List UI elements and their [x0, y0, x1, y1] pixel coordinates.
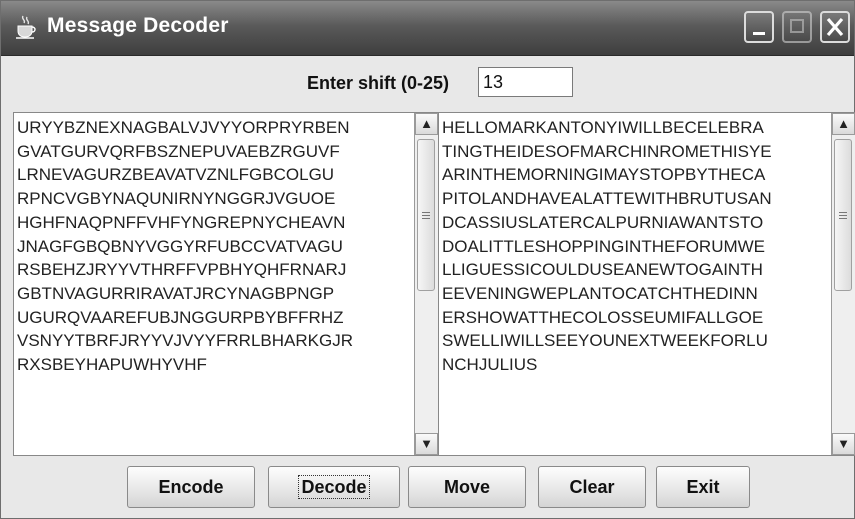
title-bar[interactable]: Message Decoder: [1, 1, 854, 56]
encoded-text-line: GVATGURVQRFBSZNEPUVAEBZRGUVF: [17, 141, 340, 161]
maximize-button[interactable]: [782, 11, 812, 43]
decoded-text-line: LLIGUESSICOULDUSEANEWTOGAINTH: [442, 260, 763, 280]
scroll-down-arrow-icon[interactable]: ▼: [415, 433, 438, 455]
minimize-button[interactable]: [744, 11, 774, 43]
decode-button[interactable]: Decode: [268, 466, 400, 508]
encoded-text-line: HGHFNAQPNFFVHFYNGREPNYCHEAVN: [17, 212, 346, 232]
decoded-text-line: PITOLANDHAVEALATTEWITHBRUTUSAN: [442, 189, 772, 209]
scroll-down-arrow-icon[interactable]: ▼: [832, 433, 855, 455]
encoded-text-line: JNAGFGBQBNYVGGYRFUBCCVATVAGU: [17, 236, 343, 256]
decoded-text-line: DCASSIUSLATERCALPURNIAWANTSTO: [442, 212, 764, 232]
close-button[interactable]: [820, 11, 850, 43]
decoded-text-line: NCHJULIUS: [442, 355, 538, 375]
scroll-up-arrow-icon[interactable]: ▲: [415, 113, 438, 135]
decoded-text-pane[interactable]: HELLOMARKANTONYIWILLBECELEBRA TINGTHEIDES…: [438, 112, 855, 456]
message-decoder-window: Message Decoder Enter shift (0-25) URYYB…: [0, 0, 855, 519]
scroll-thumb[interactable]: [834, 139, 852, 291]
encoded-text-line: RXSBEYHAPUWHYVHF: [17, 355, 207, 375]
decoded-scrollbar[interactable]: ▲ ▼: [831, 113, 855, 455]
shift-label: Enter shift (0-25): [307, 73, 450, 93]
close-icon: [826, 17, 844, 37]
encoded-text-line: UGURQVAAREFUBJNGGURPBYBFFRHZ: [17, 307, 344, 327]
encoded-text-line: GBTNVAGURRIRAVATJRCYNAGBPNGP: [17, 283, 335, 303]
decoded-text-line: EEVENINGWEPLANTOCATCHTHEDINN: [442, 283, 758, 303]
clear-button[interactable]: Clear: [538, 466, 646, 508]
decoded-text-line: SWELLIWILLSEEYOUNEXTWEEKFORLU: [442, 331, 768, 351]
scroll-up-arrow-icon[interactable]: ▲: [832, 113, 855, 135]
shift-input[interactable]: [478, 67, 573, 97]
decode-button-label: Decode: [298, 475, 370, 499]
encoded-text-line: VSNYYTBRFJRYYVJVYYFRRLBHARKGJR: [17, 331, 353, 351]
encoded-scrollbar[interactable]: ▲ ▼: [414, 113, 438, 455]
encoded-text-line: RSBEHZJRYYVTHRFFVPBHYQHFRNARJ: [17, 260, 347, 280]
decoded-text-area[interactable]: HELLOMARKANTONYIWILLBECELEBRA TINGTHEIDES…: [439, 113, 831, 455]
encoded-text-line: URYYBZNEXNAGBALVJVYYORPRYRBEN: [17, 118, 350, 137]
encoded-text-pane[interactable]: URYYBZNEXNAGBALVJVYYORPRYRBEN GVATGURVQRF…: [13, 112, 439, 456]
encoded-text-area[interactable]: URYYBZNEXNAGBALVJVYYORPRYRBEN GVATGURVQRF…: [14, 113, 414, 455]
decoded-text-line: ERSHOWATTHECOLOSSEUMIFALLGOE: [442, 307, 764, 327]
window-title: Message Decoder: [47, 14, 229, 37]
encoded-text-line: LRNEVAGURZBEAVATVZNLFGBCOLGU: [17, 165, 335, 185]
encoded-text-line: RPNCVGBYNAQUNIRNYNGGRJVGUOE: [17, 189, 336, 209]
java-cup-icon: [16, 15, 36, 39]
scroll-thumb[interactable]: [417, 139, 435, 291]
decoded-text-line: DOALITTLESHOPPINGINTHEFORUMWE: [442, 236, 766, 256]
move-button[interactable]: Move: [408, 466, 526, 508]
decoded-text-line: HELLOMARKANTONYIWILLBECELEBRA: [442, 118, 764, 137]
decoded-text-line: TINGTHEIDESOFMARCHINROMETHISYE: [442, 141, 772, 161]
encode-button[interactable]: Encode: [127, 466, 255, 508]
decoded-text-line: ARINTHEMORNINGIMAYSTOPBYTHECA: [442, 165, 766, 185]
exit-button[interactable]: Exit: [656, 466, 750, 508]
